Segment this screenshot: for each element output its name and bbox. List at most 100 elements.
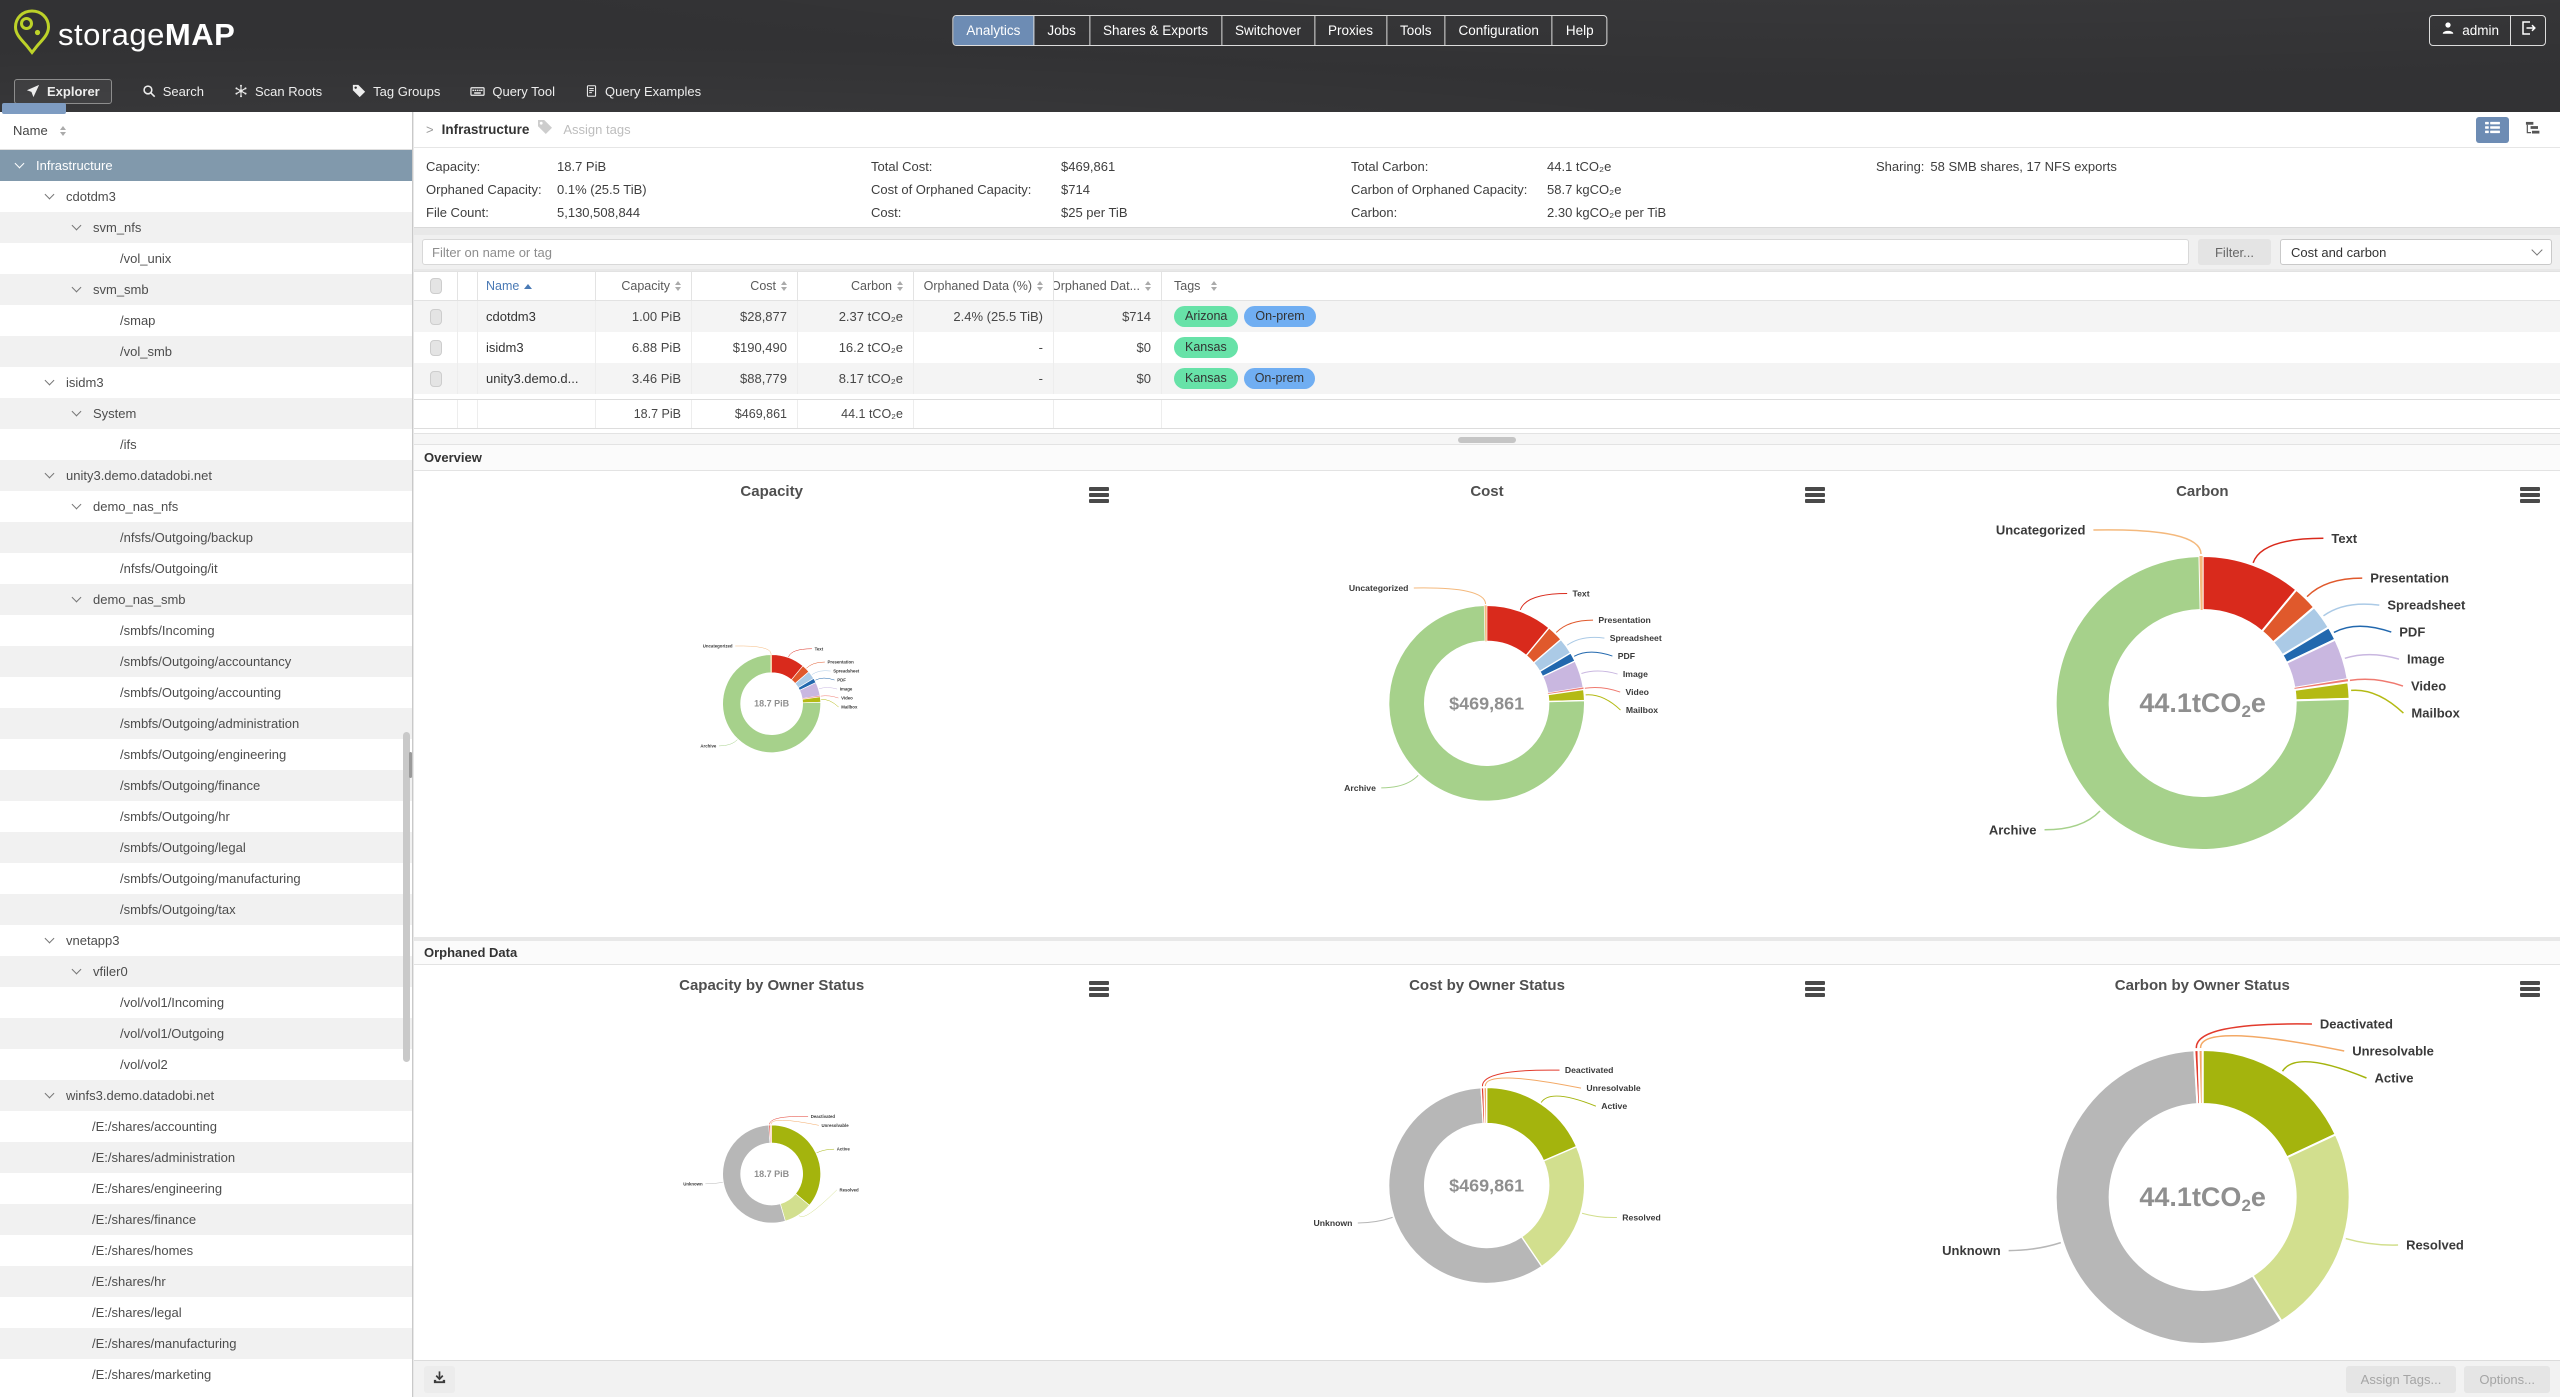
tree-item-nfsfs-outgoing-it[interactable]: /nfsfs/Outgoing/it	[0, 553, 412, 584]
panel-splitter[interactable]	[414, 433, 2560, 445]
tree-view-button[interactable]	[2515, 117, 2548, 143]
tree-item-vfiler0[interactable]: vfiler0	[0, 956, 412, 987]
column-header-capacity[interactable]: Capacity	[596, 272, 692, 300]
tree-item-vol-smb[interactable]: /vol_smb	[0, 336, 412, 367]
tree-item-e-shares-accounting[interactable]: /E:/shares/accounting	[0, 1111, 412, 1142]
tree-item-e-shares-marketing[interactable]: /E:/shares/marketing	[0, 1359, 412, 1390]
chevron-down-icon[interactable]	[45, 469, 55, 479]
tree-item-vol-vol2[interactable]: /vol/vol2	[0, 1049, 412, 1080]
assign-tags-button[interactable]: Assign tags	[563, 122, 630, 137]
chevron-down-icon[interactable]	[72, 221, 82, 231]
tree-header[interactable]: Name	[0, 112, 412, 150]
chevron-down-icon[interactable]	[45, 1089, 55, 1099]
chevron-down-icon[interactable]	[15, 159, 25, 169]
chevron-down-icon[interactable]	[72, 500, 82, 510]
filter-button[interactable]: Filter...	[2198, 239, 2271, 265]
tree-item-e-shares-legal[interactable]: /E:/shares/legal	[0, 1297, 412, 1328]
tree-item-nfsfs-outgoing-backup[interactable]: /nfsfs/Outgoing/backup	[0, 522, 412, 553]
tree-item-isidm3[interactable]: isidm3	[0, 367, 412, 398]
tree-item-smbfs-outgoing-administration[interactable]: /smbfs/Outgoing/administration	[0, 708, 412, 739]
donut-slice-resolved[interactable]	[2252, 1134, 2349, 1321]
table-row[interactable]: unity3.demo.d...3.46 PiB$88,7798.17 tCO₂…	[414, 363, 2560, 394]
tree-item-svm-nfs[interactable]: svm_nfs	[0, 212, 412, 243]
download-button[interactable]	[424, 1366, 455, 1393]
toolbar-item-explorer[interactable]: Explorer	[14, 79, 112, 104]
chevron-down-icon[interactable]	[45, 934, 55, 944]
tree-item-smbfs-outgoing-accounting[interactable]: /smbfs/Outgoing/accounting	[0, 677, 412, 708]
tab-jobs[interactable]: Jobs	[1034, 16, 1090, 45]
tree-item-e-shares-manufacturing[interactable]: /E:/shares/manufacturing	[0, 1328, 412, 1359]
view-mode-dropdown[interactable]: Cost and carbon	[2280, 239, 2552, 265]
toolbar-item-tag-groups[interactable]: Tag Groups	[352, 84, 440, 99]
tab-help[interactable]: Help	[1553, 16, 1607, 45]
tab-tools[interactable]: Tools	[1387, 16, 1446, 45]
toolbar-item-scan-roots[interactable]: Scan Roots	[234, 84, 322, 99]
toolbar-item-search[interactable]: Search	[142, 84, 204, 99]
donut-slice-resolved[interactable]	[1522, 1147, 1585, 1267]
select-all-checkbox[interactable]	[430, 278, 442, 294]
donut-slice-active[interactable]	[772, 1125, 821, 1205]
tree-item-unity3-demo-datadobi-net[interactable]: unity3.demo.datadobi.net	[0, 460, 412, 491]
tree-item-infrastructure[interactable]: Infrastructure	[0, 150, 412, 181]
tree-item-vnetapp3[interactable]: vnetapp3	[0, 925, 412, 956]
tree-item-svm-smb[interactable]: svm_smb	[0, 274, 412, 305]
column-header-name[interactable]: Name	[478, 272, 596, 300]
tree-item-smbfs-incoming[interactable]: /smbfs/Incoming	[0, 615, 412, 646]
options-button[interactable]: Options...	[2464, 1366, 2550, 1393]
row-checkbox[interactable]	[430, 309, 442, 325]
tree-item-smbfs-outgoing-tax[interactable]: /smbfs/Outgoing/tax	[0, 894, 412, 925]
tree-item-e-shares-homes[interactable]: /E:/shares/homes	[0, 1235, 412, 1266]
donut-slice-unresolvable[interactable]	[2198, 1050, 2202, 1104]
toolbar-item-query-examples[interactable]: Query Examples	[585, 84, 701, 99]
chevron-down-icon[interactable]	[72, 283, 82, 293]
donut-slice-active[interactable]	[2202, 1050, 2335, 1157]
list-view-button[interactable]	[2476, 117, 2509, 143]
tab-shares-exports[interactable]: Shares & Exports	[1090, 16, 1222, 45]
tree-item-e-shares-finance[interactable]: /E:/shares/finance	[0, 1204, 412, 1235]
column-header-orphaned-data[interactable]: Orphaned Data (%)	[914, 272, 1054, 300]
tab-configuration[interactable]: Configuration	[1446, 16, 1553, 45]
sidebar-resize-handle[interactable]	[409, 752, 412, 778]
column-header-carbon[interactable]: Carbon	[798, 272, 914, 300]
toolbar-item-query-tool[interactable]: Query Tool	[470, 84, 555, 99]
column-header-tags[interactable]: Tags	[1162, 272, 2560, 300]
chart-menu-icon[interactable]	[1805, 487, 1825, 505]
chart-menu-icon[interactable]	[2520, 981, 2540, 999]
tree-item-e-shares-administration[interactable]: /E:/shares/administration	[0, 1142, 412, 1173]
tree-item-smbfs-outgoing-manufacturing[interactable]: /smbfs/Outgoing/manufacturing	[0, 863, 412, 894]
tree-item-smap[interactable]: /smap	[0, 305, 412, 336]
chevron-down-icon[interactable]	[72, 593, 82, 603]
chevron-down-icon[interactable]	[72, 965, 82, 975]
table-row[interactable]: isidm36.88 PiB$190,49016.2 tCO₂e-$0Kansa…	[414, 332, 2560, 363]
row-checkbox[interactable]	[430, 371, 442, 387]
column-header-cost[interactable]: Cost	[692, 272, 798, 300]
chevron-down-icon[interactable]	[72, 407, 82, 417]
tree-item-ifs[interactable]: /ifs	[0, 429, 412, 460]
tree-item-smbfs-outgoing-accountancy[interactable]: /smbfs/Outgoing/accountancy	[0, 646, 412, 677]
chart-menu-icon[interactable]	[2520, 487, 2540, 505]
row-checkbox[interactable]	[430, 340, 442, 356]
assign-tags-footer-button[interactable]: Assign Tags...	[2346, 1366, 2457, 1393]
tree-item-winfs3-demo-datadobi-net[interactable]: winfs3.demo.datadobi.net	[0, 1080, 412, 1111]
tree-item-demo-nas-smb[interactable]: demo_nas_smb	[0, 584, 412, 615]
tree-item-smbfs-outgoing-hr[interactable]: /smbfs/Outgoing/hr	[0, 801, 412, 832]
tree-item-smbfs-outgoing-finance[interactable]: /smbfs/Outgoing/finance	[0, 770, 412, 801]
filter-input[interactable]	[422, 239, 2189, 265]
donut-slice-active[interactable]	[1487, 1088, 1577, 1161]
tab-proxies[interactable]: Proxies	[1315, 16, 1387, 45]
chevron-down-icon[interactable]	[45, 376, 55, 386]
table-row[interactable]: cdotdm31.00 PiB$28,8772.37 tCO₂e2.4% (25…	[414, 301, 2560, 332]
tree-item-smbfs-outgoing-legal[interactable]: /smbfs/Outgoing/legal	[0, 832, 412, 863]
tree-item-cdotdm3[interactable]: cdotdm3	[0, 181, 412, 212]
chevron-down-icon[interactable]	[45, 190, 55, 200]
chart-menu-icon[interactable]	[1089, 981, 1109, 999]
donut-slice-unresolvable[interactable]	[770, 1125, 771, 1143]
tree-item-vol-unix[interactable]: /vol_unix	[0, 243, 412, 274]
tree-item-smbfs-outgoing-engineering[interactable]: /smbfs/Outgoing/engineering	[0, 739, 412, 770]
user-button[interactable]: admin	[2430, 16, 2511, 45]
chart-menu-icon[interactable]	[1805, 981, 1825, 999]
tree-item-e-shares-engineering[interactable]: /E:/shares/engineering	[0, 1173, 412, 1204]
tree-item-vol-vol1-incoming[interactable]: /vol/vol1/Incoming	[0, 987, 412, 1018]
tree-item-demo-nas-nfs[interactable]: demo_nas_nfs	[0, 491, 412, 522]
logout-button[interactable]	[2511, 16, 2545, 45]
